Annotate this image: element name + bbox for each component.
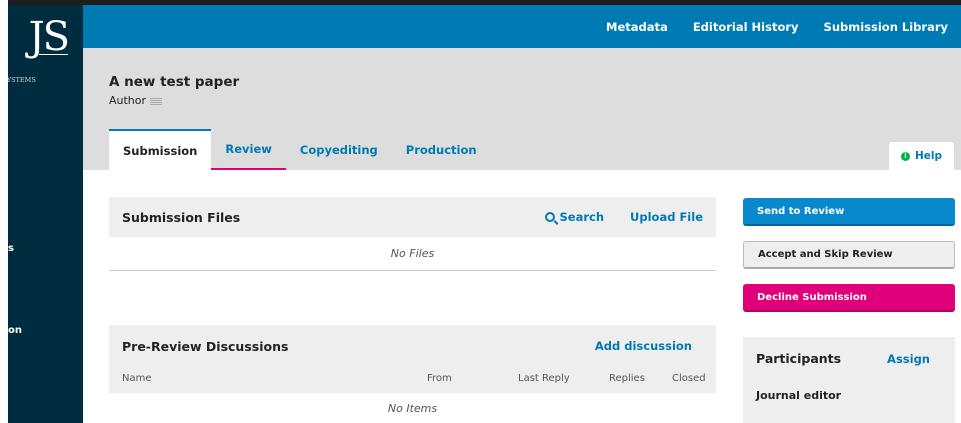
submission-header: A new test paper Author Submission Revie… xyxy=(83,48,961,170)
accept-skip-review-button[interactable]: Accept and Skip Review xyxy=(743,241,955,269)
tab-copyediting[interactable]: Copyediting xyxy=(286,129,392,170)
top-nav: Metadata Editorial History Submission Li… xyxy=(606,5,948,48)
decline-submission-button[interactable]: Decline Submission xyxy=(743,284,955,312)
submission-files-panel: Submission Files Search Upload File No F… xyxy=(109,197,716,271)
sidebar-item-truncated-1[interactable]: s xyxy=(8,243,14,254)
page-title: A new test paper xyxy=(109,74,240,90)
logo-subtitle: L SYSTEMS xyxy=(8,76,36,84)
participants-title: Participants xyxy=(756,351,842,366)
discussions-column-headers: Name From Last Reply Replies Closed xyxy=(109,369,716,393)
help-button[interactable]: i Help xyxy=(888,142,954,170)
discussions-header: Pre-Review Discussions Add discussion xyxy=(109,325,716,369)
discussions-title: Pre-Review Discussions xyxy=(122,339,289,354)
nav-editorial-history[interactable]: Editorial History xyxy=(693,20,799,34)
workflow-tabs: Submission Review Copyediting Production xyxy=(109,129,491,170)
add-discussion-button[interactable]: Add discussion xyxy=(595,339,692,353)
discussions-empty-state: No Items xyxy=(387,401,438,415)
participants-panel: Participants Assign Journal editor xyxy=(743,337,955,423)
participant-role: Journal editor xyxy=(756,389,842,402)
files-empty-state: No Files xyxy=(109,237,716,271)
column-header-closed: Closed xyxy=(672,373,706,384)
column-header-last-reply: Last Reply xyxy=(518,373,570,384)
tab-submission[interactable]: Submission xyxy=(109,129,212,170)
window-edge xyxy=(0,0,8,423)
author-placeholder-icon xyxy=(150,96,163,105)
submission-files-title: Submission Files xyxy=(122,209,241,225)
column-header-replies: Replies xyxy=(609,373,645,384)
help-label: Help xyxy=(914,150,942,162)
search-label: Search xyxy=(559,210,605,224)
nav-metadata[interactable]: Metadata xyxy=(606,20,668,34)
author-label: Author xyxy=(109,94,147,107)
search-files-button[interactable]: Search xyxy=(544,210,605,224)
author-line: Author xyxy=(109,94,163,107)
tab-review[interactable]: Review xyxy=(211,129,286,170)
upload-file-button[interactable]: Upload File xyxy=(630,210,703,224)
search-icon xyxy=(544,212,555,222)
column-header-from: From xyxy=(427,373,452,384)
send-to-review-button[interactable]: Send to Review xyxy=(743,198,955,226)
logo-mark: JS xyxy=(28,14,70,60)
submission-files-header: Submission Files Search Upload File xyxy=(109,197,716,237)
tab-production[interactable]: Production xyxy=(392,129,491,170)
sidebar: JS L SYSTEMS s on xyxy=(8,0,83,423)
assign-participant-button[interactable]: Assign xyxy=(887,352,930,366)
sidebar-item-truncated-2[interactable]: on xyxy=(8,325,22,336)
column-header-name: Name xyxy=(122,373,152,384)
pre-review-discussions-panel: Pre-Review Discussions Add discussion Na… xyxy=(109,325,716,423)
info-icon: i xyxy=(900,151,910,161)
top-nav-bar: Metadata Editorial History Submission Li… xyxy=(83,0,961,48)
nav-submission-library[interactable]: Submission Library xyxy=(824,20,948,34)
site-logo[interactable]: JS xyxy=(8,14,70,60)
